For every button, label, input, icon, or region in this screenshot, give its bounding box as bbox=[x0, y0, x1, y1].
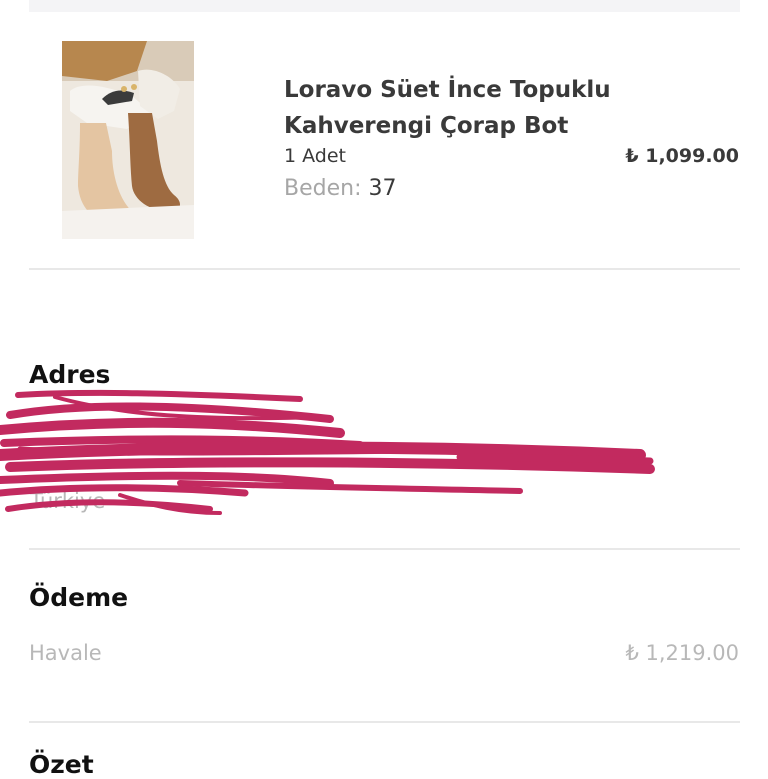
payment-title: Ödeme bbox=[29, 583, 129, 612]
order-item-card[interactable]: Loravo Süet İnce Topuklu Kahverengi Çora… bbox=[0, 0, 768, 270]
divider bbox=[29, 548, 740, 550]
product-name-line2: Kahverengi Çorap Bot bbox=[284, 113, 569, 139]
product-image[interactable] bbox=[62, 41, 194, 239]
divider bbox=[29, 721, 740, 723]
size-value: 37 bbox=[368, 176, 397, 201]
payment-method: Havale bbox=[29, 641, 102, 665]
boots-photo-icon bbox=[62, 41, 194, 239]
summary-title: Özet bbox=[29, 750, 94, 779]
size-label: Beden: bbox=[284, 176, 362, 201]
product-price: ₺ 1,099.00 bbox=[625, 145, 739, 167]
product-name-line1: Loravo Süet İnce Topuklu bbox=[284, 77, 611, 103]
divider bbox=[29, 268, 740, 270]
payment-amount: ₺ 1,219.00 bbox=[625, 641, 739, 665]
product-quantity: 1 Adet bbox=[284, 145, 346, 167]
redaction-scribble bbox=[0, 389, 655, 515]
product-size: Beden: 37 bbox=[284, 176, 396, 201]
product-name[interactable]: Loravo Süet İnce Topuklu Kahverengi Çora… bbox=[284, 72, 644, 144]
